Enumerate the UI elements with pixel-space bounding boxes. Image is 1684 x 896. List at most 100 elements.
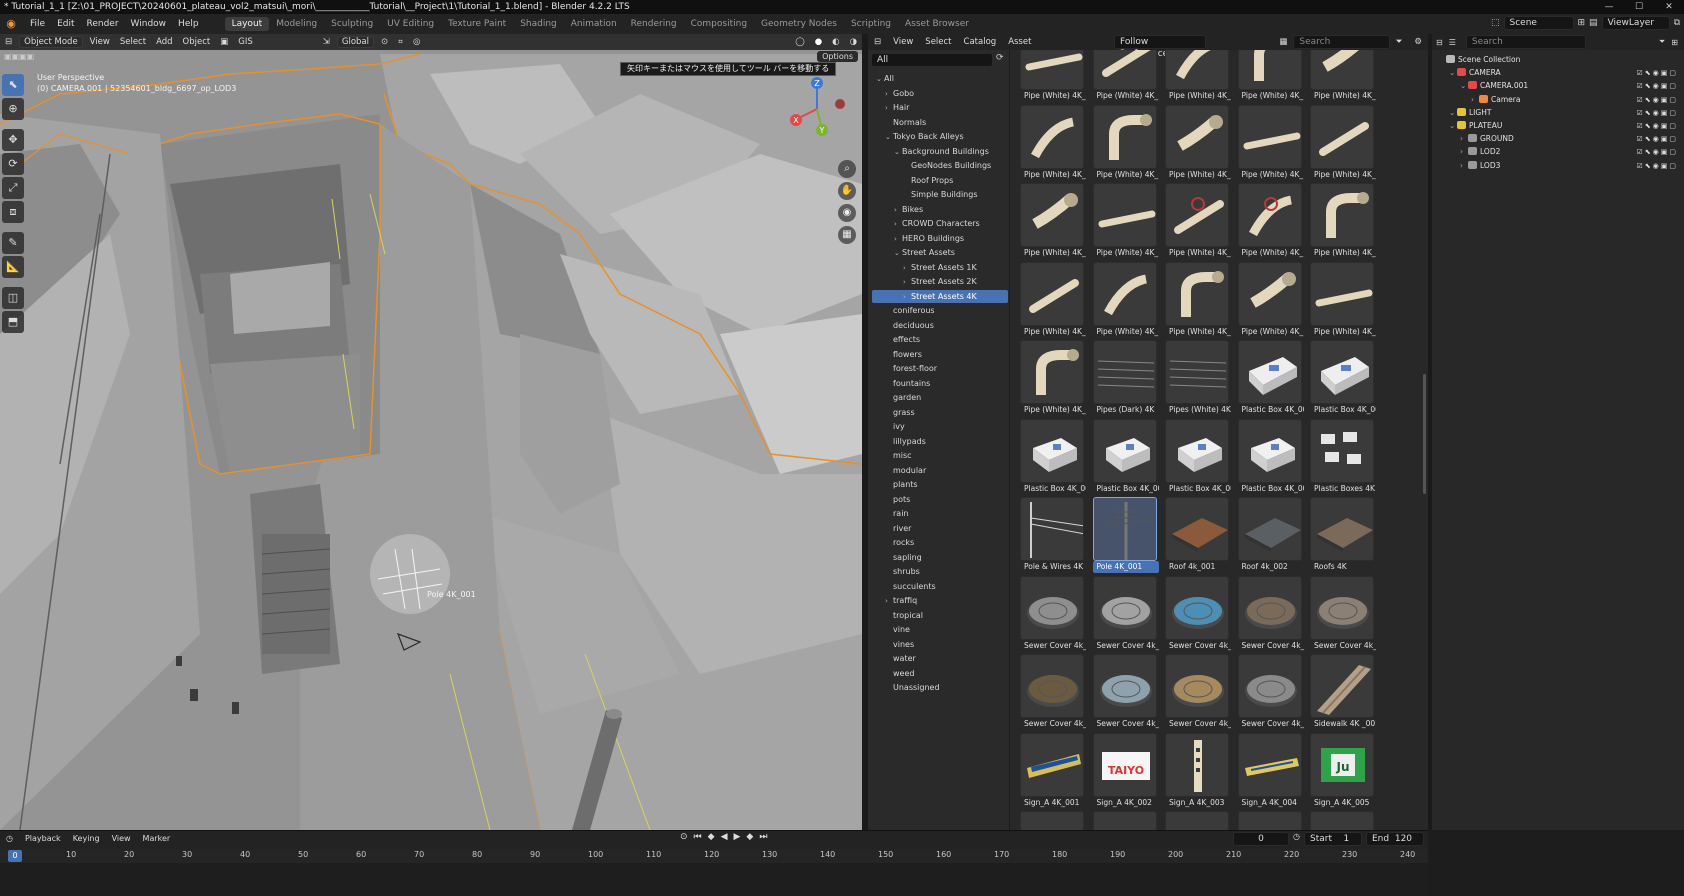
zoom-icon[interactable]: ⌕	[838, 160, 856, 178]
asset-thumbnail[interactable]	[1237, 811, 1302, 830]
catalog-item[interactable]: river	[872, 522, 1008, 535]
visibility-toggles-icon[interactable]: ☑⬉◉▣▢	[1637, 120, 1678, 132]
viewport-menu-select[interactable]: Select	[115, 37, 151, 47]
asset-thumbnail[interactable]	[1310, 575, 1374, 640]
asset-thumbnail[interactable]	[1237, 50, 1302, 90]
asset-tile[interactable]	[1020, 811, 1086, 830]
shading-material-icon[interactable]: ◐	[827, 37, 844, 47]
workspace-tab-layout[interactable]: Layout	[224, 17, 270, 31]
timeline-editor-type-icon[interactable]: ◷	[0, 834, 19, 843]
asset-menu-catalog[interactable]: Catalog	[958, 37, 1003, 47]
workspace-tab-animation[interactable]: Animation	[564, 17, 624, 31]
transform-orientation[interactable]: Global	[336, 36, 375, 48]
display-mode-icon[interactable]: ☰	[1449, 38, 1456, 47]
catalog-item[interactable]: vine	[872, 623, 1008, 636]
shading-solid-icon[interactable]: ●	[810, 37, 827, 47]
asset-tile[interactable]: TAIYO Sign_A 4K_002	[1092, 732, 1159, 809]
outliner-row[interactable]: › GROUND ☑⬉◉▣▢	[1432, 133, 1684, 145]
scale-tool-icon[interactable]: ⤢	[2, 177, 24, 199]
select-mode-icons[interactable]: ▣▣▣▣	[4, 52, 34, 61]
viewport-menu-add[interactable]: Add	[151, 37, 177, 47]
catalog-item[interactable]: Simple Buildings	[872, 188, 1008, 201]
pivot-icon[interactable]: ⊙	[376, 37, 393, 47]
asset-tile[interactable]: Pipe (White) 4K_	[1092, 104, 1159, 181]
catalog-item[interactable]: succulents	[872, 580, 1008, 593]
asset-thumbnail[interactable]	[1092, 183, 1157, 247]
minimize-button[interactable]: —	[1594, 0, 1624, 14]
chevron-down-icon[interactable]: ›	[1471, 94, 1479, 106]
asset-tile[interactable]: Sewer Cover 4k_	[1165, 575, 1231, 652]
pin-icon[interactable]: ⊞	[1578, 18, 1586, 28]
catalog-item[interactable]: fountains	[872, 377, 1008, 390]
catalog-item[interactable]: ⌄ All	[872, 72, 1008, 85]
asset-tile[interactable]: Sewer Cover 4k_	[1020, 654, 1086, 730]
asset-thumbnail[interactable]	[1020, 732, 1084, 797]
catalog-item[interactable]: flowers	[872, 348, 1008, 361]
asset-thumbnail[interactable]	[1092, 497, 1157, 561]
asset-editor-type-icon[interactable]: ⊟	[868, 37, 887, 47]
viewport-scene[interactable]	[0, 34, 862, 830]
asset-search-input[interactable]: Search	[1293, 35, 1390, 49]
catalog-item[interactable]: vines	[872, 638, 1008, 651]
library-selector[interactable]: All	[871, 53, 993, 67]
asset-tile[interactable]: Pipe (White) 4K_	[1237, 50, 1304, 102]
view-layer-selector[interactable]: ViewLayer	[1601, 16, 1670, 30]
catalog-item[interactable]: › Gobo	[872, 87, 1008, 100]
asset-thumbnail[interactable]	[1165, 497, 1229, 561]
asset-tile[interactable]: Sign_A 4K_003	[1165, 732, 1231, 809]
filter-icon[interactable]: ⏷	[1390, 37, 1409, 47]
menu-render[interactable]: Render	[81, 19, 125, 29]
timeline-menu-marker[interactable]: Marker	[137, 834, 177, 843]
asset-thumbnail[interactable]	[1165, 575, 1229, 640]
catalog-item[interactable]: lillypads	[872, 435, 1008, 448]
chevron-down-icon[interactable]: ⌄	[1449, 67, 1457, 79]
asset-tile[interactable]: Sidewalk 4K _001	[1310, 654, 1376, 730]
catalog-item[interactable]: ⌄ Background Buildings	[872, 145, 1008, 158]
asset-thumbnail[interactable]	[1165, 50, 1229, 90]
asset-tile[interactable]: Sewer Cover 4k_	[1165, 654, 1231, 730]
shading-rendered-icon[interactable]: ◑	[845, 37, 862, 47]
timeline-menu-view[interactable]: View	[106, 834, 137, 843]
catalog-item[interactable]: shrubs	[872, 565, 1008, 578]
catalog-item[interactable]: › Street Assets 2K	[872, 275, 1008, 288]
scene-selector[interactable]: Scene	[1503, 16, 1574, 30]
asset-scrollbar[interactable]	[1423, 374, 1426, 494]
catalog-item[interactable]: › HERO Buildings	[872, 232, 1008, 245]
asset-thumbnail[interactable]	[1165, 104, 1229, 169]
menu-help[interactable]: Help	[172, 19, 205, 29]
asset-tile[interactable]: Sewer Cover 4k_	[1310, 575, 1376, 652]
chevron-right-icon[interactable]: ›	[894, 218, 902, 231]
workspace-tab-geometry-nodes[interactable]: Geometry Nodes	[754, 17, 844, 31]
asset-thumbnail[interactable]	[1165, 732, 1229, 797]
workspace-tab-uv-editing[interactable]: UV Editing	[380, 17, 441, 31]
asset-tile[interactable]: Pole 4K_001	[1092, 497, 1159, 573]
workspace-tab-shading[interactable]: Shading	[513, 17, 564, 31]
visibility-toggles-icon[interactable]: ☑⬉◉▣▢	[1637, 160, 1678, 172]
blender-logo-icon[interactable]: ◉	[4, 17, 18, 31]
outliner-row[interactable]: ⌄ LIGHT ☑⬉◉▣▢	[1432, 107, 1684, 119]
outliner-row[interactable]: › LOD3 ☑⬉◉▣▢	[1432, 160, 1684, 172]
chevron-right-icon[interactable]: ›	[903, 262, 911, 275]
proportional-edit-icon[interactable]: ◎	[408, 37, 425, 47]
asset-thumbnail[interactable]	[1237, 732, 1302, 797]
jump-start-icon[interactable]: ⏮	[694, 832, 702, 842]
asset-tile[interactable]: Sewer Cover 4k_	[1237, 654, 1304, 730]
asset-tile[interactable]: Sewer Cover 4k_	[1237, 575, 1304, 652]
chevron-down-icon[interactable]: ›	[1460, 160, 1468, 172]
asset-thumbnail[interactable]	[1020, 50, 1084, 90]
asset-thumbnail[interactable]	[1092, 418, 1157, 483]
catalog-item[interactable]: › traffiq	[872, 594, 1008, 607]
visibility-toggles-icon[interactable]: ☑⬉◉▣▢	[1637, 146, 1678, 158]
snap-icon[interactable]: ⌗	[393, 37, 408, 47]
asset-tile[interactable]: Plastic Box 4K_003	[1020, 418, 1086, 495]
asset-thumbnail[interactable]	[1165, 340, 1229, 404]
display-mode-icon[interactable]: ▦	[1273, 37, 1293, 47]
visibility-toggles-icon[interactable]: ☑⬉◉▣▢	[1637, 80, 1678, 92]
import-method-dropdown[interactable]: Follow Preferences	[1113, 35, 1207, 59]
gis-menu[interactable]: GIS	[233, 37, 258, 47]
asset-tile[interactable]: Pipe (White) 4K_	[1020, 104, 1086, 181]
asset-thumbnail[interactable]	[1310, 811, 1374, 830]
asset-tile[interactable]: Pipe (White) 4K_	[1310, 183, 1376, 259]
asset-thumbnail[interactable]	[1310, 104, 1374, 169]
catalog-item[interactable]: › Bikes	[872, 203, 1008, 216]
